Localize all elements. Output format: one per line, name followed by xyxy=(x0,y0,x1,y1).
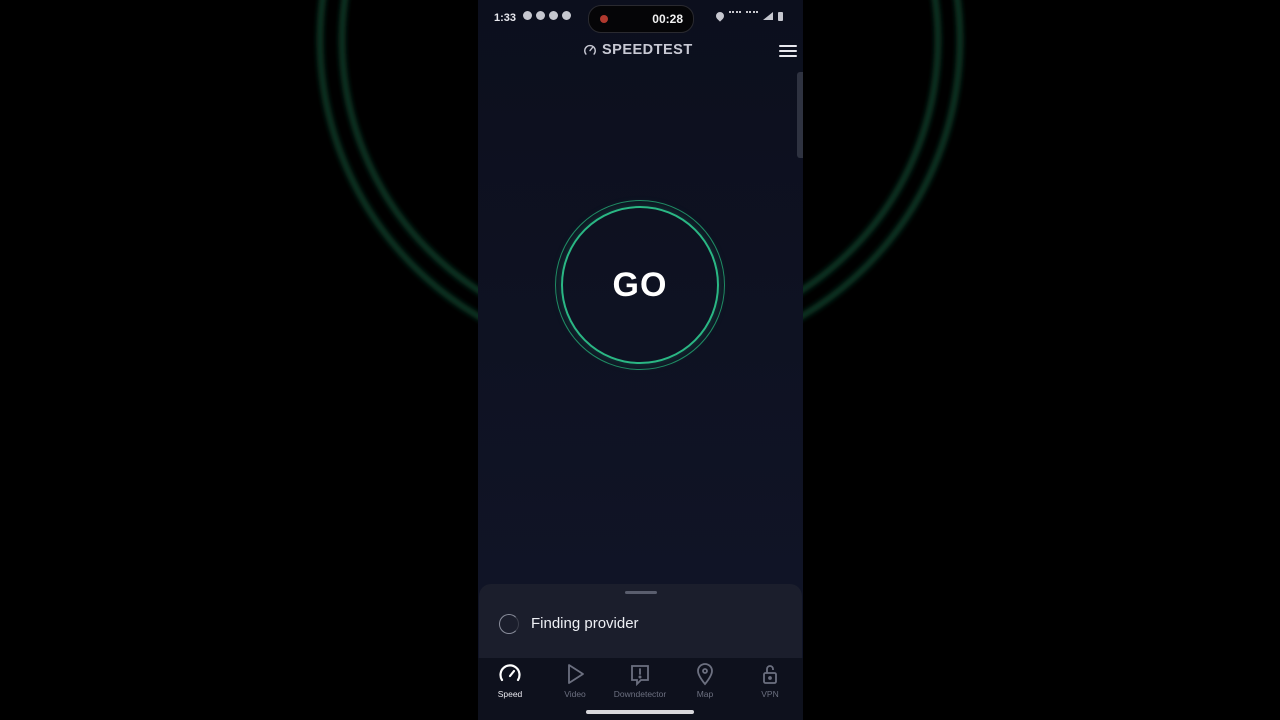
go-button[interactable]: GO xyxy=(555,200,725,370)
map-pin-icon xyxy=(697,663,713,686)
notification-icons xyxy=(523,11,571,20)
nav-video[interactable]: Video xyxy=(543,662,607,699)
nav-downdetector-label: Downdetector xyxy=(613,689,667,699)
nav-map[interactable]: Map xyxy=(673,662,737,699)
menu-button[interactable] xyxy=(779,42,797,58)
play-icon xyxy=(568,664,584,684)
app-notification-icon xyxy=(562,11,571,20)
alert-icon xyxy=(631,665,649,686)
notification-icon xyxy=(523,11,532,20)
speedometer-icon xyxy=(499,664,521,682)
nav-map-label: Map xyxy=(696,689,714,699)
brand-name: SPEEDTEST xyxy=(602,42,693,58)
whatsapp-icon xyxy=(536,11,545,20)
hamburger-line xyxy=(779,50,797,52)
provider-bottom-sheet[interactable]: Finding provider xyxy=(479,584,802,658)
status-bar: 1:33 00:28 xyxy=(478,0,803,36)
data-speed-icon xyxy=(729,11,741,21)
brand-logo: SPEEDTEST xyxy=(583,42,693,58)
nav-speed[interactable]: Speed xyxy=(478,662,542,699)
speedometer-icon xyxy=(584,44,596,55)
location-icon xyxy=(714,10,726,22)
nav-downdetector[interactable]: Downdetector xyxy=(608,662,672,699)
nav-video-label: Video xyxy=(564,689,586,699)
home-indicator[interactable] xyxy=(586,710,694,714)
unlock-icon xyxy=(763,665,777,684)
nav-speed-label: Speed xyxy=(497,689,523,699)
system-status-icons xyxy=(714,10,783,22)
screen-recording-pill[interactable]: 00:28 xyxy=(588,5,694,33)
provider-status-text: Finding provider xyxy=(531,615,639,632)
battery-icon xyxy=(778,11,783,21)
go-label: GO xyxy=(612,266,668,304)
telegram-icon xyxy=(549,11,558,20)
hamburger-line xyxy=(779,55,797,57)
loading-spinner-icon xyxy=(499,614,519,634)
status-time: 1:33 xyxy=(494,12,517,24)
nav-vpn[interactable]: VPN xyxy=(738,662,802,699)
signal-icon xyxy=(763,12,773,20)
nav-vpn-label: VPN xyxy=(761,689,779,699)
side-scroll-handle[interactable] xyxy=(797,72,803,158)
recording-dot-icon xyxy=(600,15,608,23)
phone-screen: 1:33 00:28 SPEEDTEST GO Finding provider… xyxy=(478,0,803,720)
sheet-drag-handle[interactable] xyxy=(625,591,657,594)
network-type-icon xyxy=(746,11,758,21)
hamburger-menu-icon xyxy=(779,45,797,47)
app-header: SPEEDTEST xyxy=(478,36,803,66)
recording-time: 00:28 xyxy=(652,12,683,26)
